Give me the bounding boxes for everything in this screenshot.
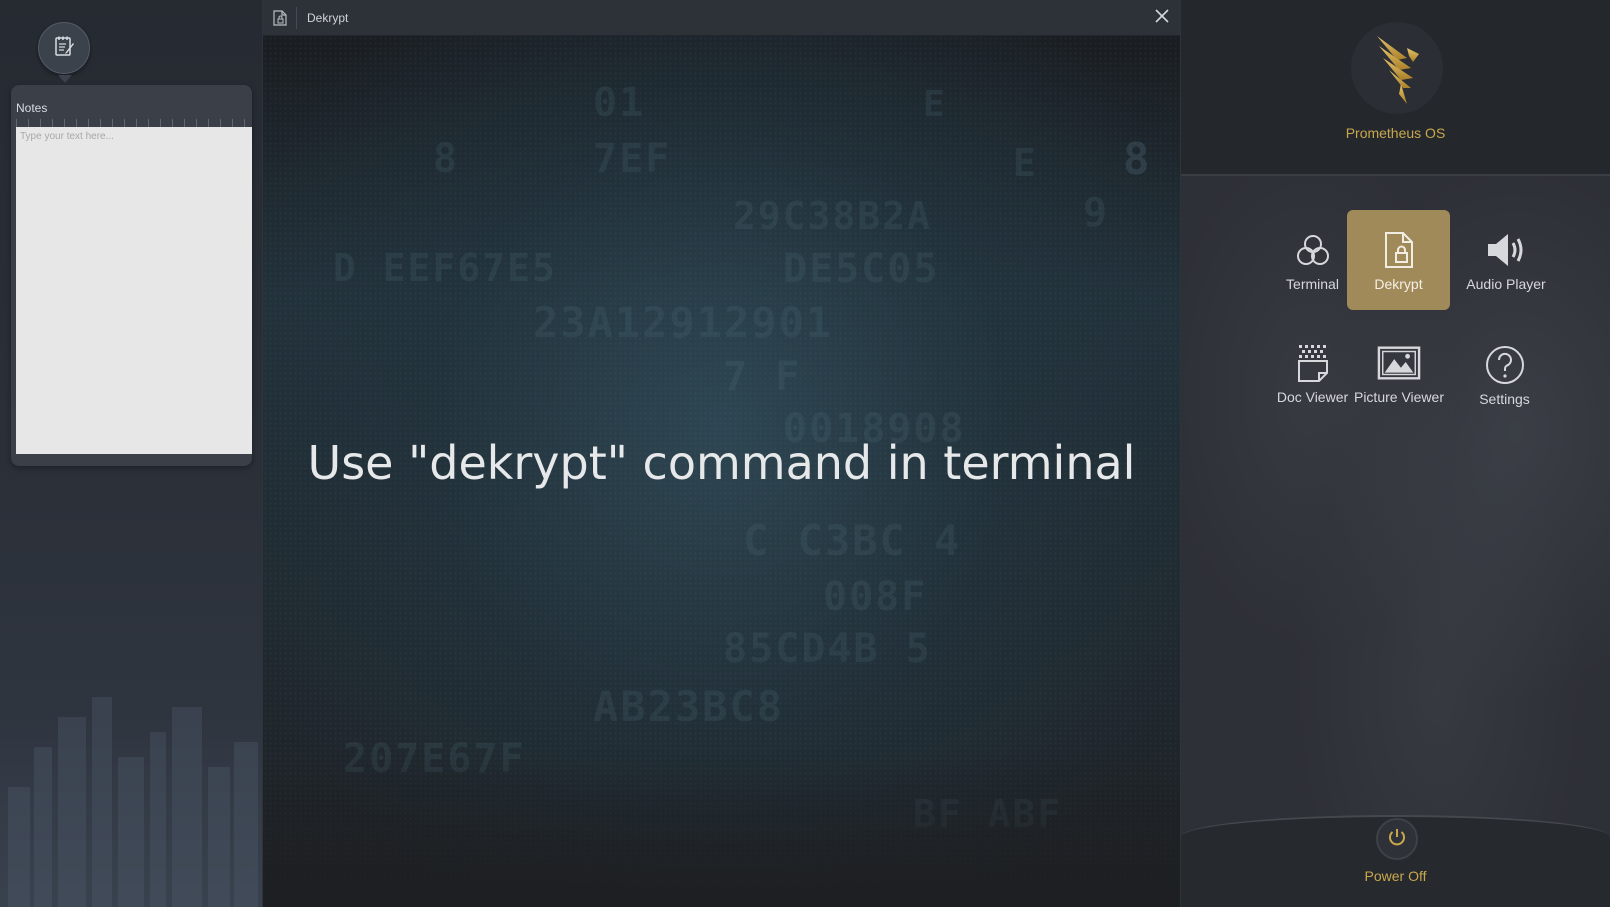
brand-name: Prometheus OS <box>1345 125 1446 141</box>
city-skyline-background <box>0 677 262 907</box>
app-label: Dekrypt <box>1374 276 1423 292</box>
app-launcher: Prometheus OS Terminal Dekrypt Audio Pla… <box>1181 0 1610 907</box>
app-label: Doc Viewer <box>1276 389 1349 405</box>
launcher-header: Prometheus OS <box>1181 0 1610 176</box>
file-lock-icon <box>263 6 297 29</box>
terminal-swirl-icon <box>1291 228 1335 272</box>
app-label: Settings <box>1479 391 1530 407</box>
notes-textarea[interactable] <box>16 127 252 454</box>
power-icon <box>1386 826 1408 853</box>
power-off-label: Power Off <box>1364 868 1427 884</box>
app-picture-viewer[interactable]: Picture Viewer <box>1341 323 1457 423</box>
window-title: Dekrypt <box>307 10 349 25</box>
dekrypt-instruction: Use "dekrypt" command in terminal <box>307 436 1136 490</box>
question-icon <box>1483 343 1527 387</box>
notepad-icon <box>53 35 75 62</box>
dekrypt-window: Dekrypt 01 E 8 7EF E 8 29C38B2A 9 D EEF6… <box>262 0 1181 907</box>
image-icon <box>1377 341 1421 385</box>
desktop-left: Notes <box>0 0 262 907</box>
power-off-button[interactable] <box>1376 818 1418 860</box>
bottom-fade <box>263 747 1180 907</box>
notes-title: Notes <box>16 101 48 115</box>
close-icon <box>1155 8 1169 28</box>
close-button[interactable] <box>1150 6 1174 30</box>
phoenix-logo-icon <box>1351 22 1443 114</box>
speaker-icon <box>1484 228 1528 272</box>
app-dekrypt[interactable]: Dekrypt <box>1347 210 1450 310</box>
notes-toggle-button[interactable] <box>38 22 90 83</box>
app-audio-player[interactable]: Audio Player <box>1443 210 1569 310</box>
file-lock-icon <box>1377 228 1421 272</box>
app-label: Terminal <box>1286 276 1339 292</box>
document-icon <box>1291 341 1335 385</box>
app-settings[interactable]: Settings <box>1453 325 1556 425</box>
app-label: Picture Viewer <box>1353 389 1444 405</box>
notes-panel: Notes <box>11 85 252 466</box>
window-titlebar[interactable]: Dekrypt <box>263 0 1180 36</box>
app-label: Audio Player <box>1466 276 1546 292</box>
